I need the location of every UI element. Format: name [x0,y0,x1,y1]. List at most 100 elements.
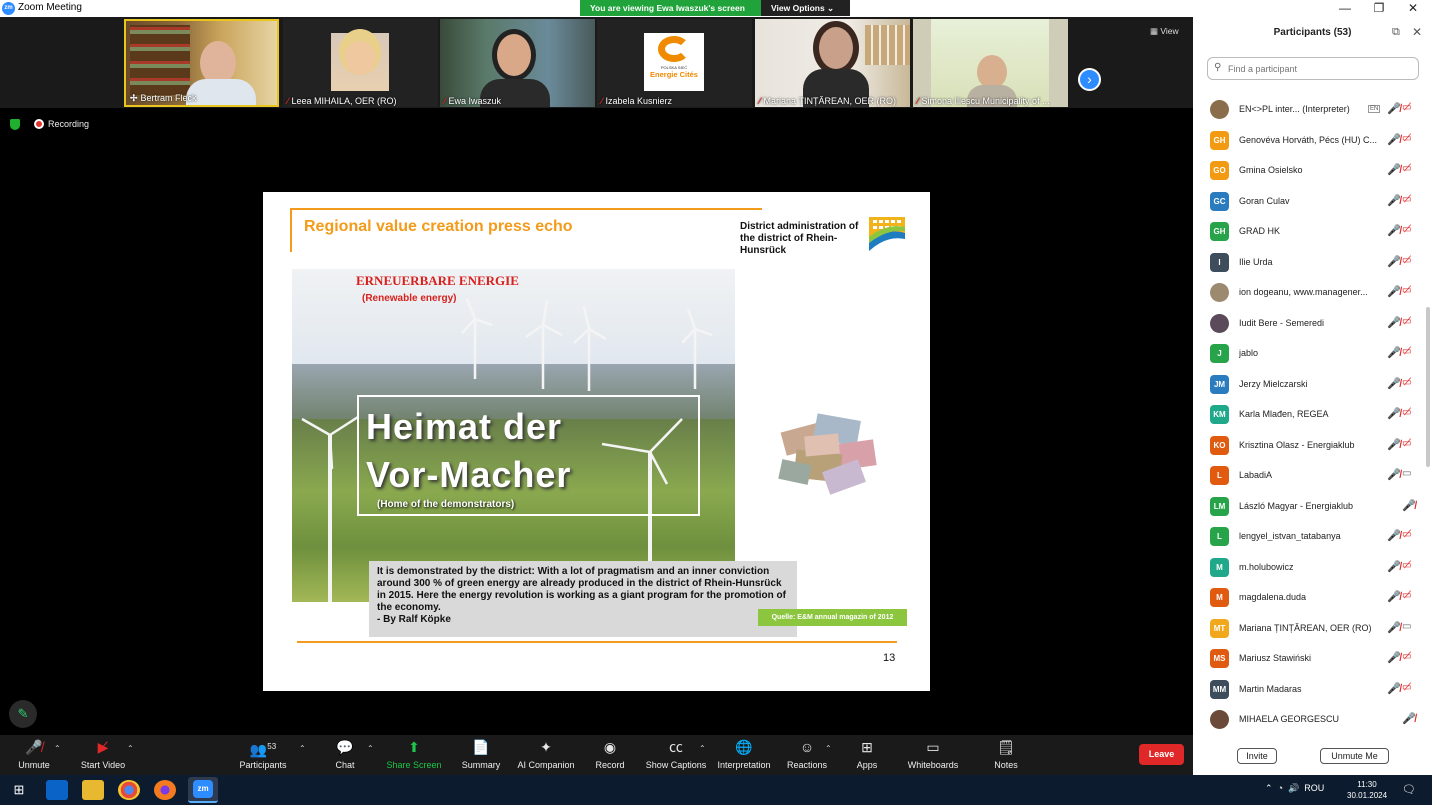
video-tile-simona[interactable]: ⁄ Simona Iliescu Municipality of ... [913,19,1068,107]
window-title: Zoom Meeting [18,2,82,13]
source-badge: Quelle: E&M annual magazin of 2012 [758,609,907,626]
mic-muted-icon: ⁄ [444,96,446,106]
video-off-icon: ▭̸ [1402,346,1412,357]
audio-caret-icon[interactable]: ⌃ [54,744,61,753]
participant-row[interactable]: KM Karla Mlađen, REGEA 🎤̸ ▭̸ [1193,400,1426,430]
participant-name: László Magyar - Energiaklub [1239,500,1354,511]
pop-out-icon[interactable]: ⧉ [1392,26,1400,39]
video-tile-bertram[interactable]: ✢ Bertram Fleck [124,19,279,107]
mic-muted-icon: 🎤̸ [1387,469,1401,481]
video-tile-izabela[interactable]: POLSKA SIEĆ Energie Cités ⁄ Izabela Kusni… [597,19,752,107]
video-strip: ✢ Bertram Fleck ⁄ Leea MIHAILA, OER (RO) ⁄… [0,17,1193,108]
participant-row[interactable]: MM Martin Madaras 🎤̸ ▭̸ [1193,675,1426,705]
notes-label: Notes [994,760,1018,770]
heading-translation: (Home of the demonstrators) [377,499,515,510]
mic-muted-icon: ⁄ [917,96,919,106]
restore-button[interactable]: ❐ [1362,0,1396,17]
file-explorer-icon[interactable] [82,780,104,800]
network-icon[interactable]: ◔ [1278,783,1283,793]
participant-row[interactable]: Mmagdalena.duda 🎤̸ ▭̸ [1193,583,1426,613]
participant-row[interactable]: GO Gmina Osielsko 🎤̸ ▭̸ [1193,156,1426,186]
video-icon: ▭ [1402,468,1412,479]
tile-name: ⁄ Ewa Iwaszuk [444,96,502,106]
participant-row[interactable]: EN<>PL inter... (Interpreter) EN 🎤̸ ▭̸ [1193,95,1426,125]
avatar: LM [1210,496,1229,516]
participant-name: lengyel_istvan_tatabanya [1239,531,1341,541]
avatar: JM [1210,374,1229,394]
participant-name: Jerzy Mielczarski [1239,378,1308,389]
mic-muted-icon: 🎤̸ [1387,164,1401,176]
participant-row[interactable]: Llengyel_istvan_tatabanya 🎤̸ ▭̸ [1193,522,1426,552]
participant-name: ion dogeanu, www.managener... [1239,287,1368,297]
close-panel-icon[interactable]: ✕ [1412,25,1422,39]
chat-button[interactable]: 💬 Chat ⌃ [305,738,385,770]
next-page-arrow-icon[interactable]: › [1078,68,1101,91]
viewing-message: You are viewing Ewa Iwaszuk's screen [590,3,745,13]
participant-row[interactable]: MS Mariusz Stawiński 🎤̸ ▭̸ [1193,644,1426,674]
start-video-label: Start Video [80,760,126,770]
taskbar-clock[interactable]: 11:30 30.01.2024 [1347,779,1387,801]
participant-row[interactable]: GH GRAD HK 🎤̸ ▭̸ [1193,217,1426,247]
whiteboards-button[interactable]: ▭ Whiteboards [893,738,973,770]
chevron-up-icon[interactable]: ⌃ [1265,783,1273,793]
participant-list[interactable]: EN<>PL inter... (Interpreter) EN 🎤̸ ▭̸ GH Gen… [1193,95,1426,735]
participant-row[interactable]: KO Krisztina Olasz - Energiaklub 🎤̸ ▭̸ [1193,431,1426,461]
video-off-icon: ▭̸ [1402,681,1412,693]
mic-muted-icon: 🎤̸ [1387,652,1401,664]
video-caret-icon[interactable]: ⌃ [127,744,134,753]
avatar: I [1210,252,1229,272]
participant-row[interactable]: JM Jerzy Mielczarski 🎤̸ ▭̸ [1193,370,1426,400]
invite-button[interactable]: Invite [1237,748,1277,764]
participant-name: jablo [1239,348,1259,358]
participant-row[interactable]: GC Goran Culav 🎤̸ ▭̸ [1193,187,1426,217]
close-button[interactable]: ✕ [1396,0,1430,17]
chrome-icon[interactable] [118,780,140,800]
zoom-taskbar-icon[interactable]: zm [188,777,218,803]
firefox-icon[interactable] [154,780,176,800]
view-options-button[interactable]: View Options ⌄ [761,0,850,16]
language-indicator[interactable]: ROU [1304,783,1324,793]
participants-button[interactable]: 👥53 Participants ⌃ [223,738,305,770]
leave-button[interactable]: Leave [1139,744,1184,765]
unmute-me-button[interactable]: Unmute Me [1320,748,1389,764]
system-tray[interactable]: ⌃ ◔ 🔊 ROU [1265,783,1324,794]
participant-search[interactable]: ⚲ [1207,57,1419,80]
panel-scrollbar[interactable] [1426,307,1430,467]
notes-button[interactable]: 🗒 Notes [966,738,1046,770]
start-video-button[interactable]: ▶̸ Start Video ⌃ [63,738,143,770]
quote-author: - By Ralf Köpke [377,614,451,625]
outlook-icon[interactable] [46,780,68,800]
chat-caret-icon[interactable]: ⌃ [367,744,374,753]
participant-row[interactable]: Mm.holubowicz 🎤̸ ▭̸ [1193,553,1426,583]
participant-row[interactable]: I Ilie Urda 🎤̸ ▭̸ [1193,248,1426,278]
video-icon: ▭ [1402,620,1412,632]
participant-row[interactable]: LM László Magyar - Energiaklub 🎤̸ [1193,492,1426,522]
participant-row[interactable]: Jjablo 🎤̸ ▭̸ [1193,339,1426,369]
video-tile-ewa[interactable]: ⁄ Ewa Iwaszuk [440,19,595,107]
video-tile-leea[interactable]: ⁄ Leea MIHAILA, OER (RO) [283,19,438,107]
participant-row[interactable]: MT Mariana ȚINȚĂREAN, OER (RO) 🎤̸ ▭ [1193,614,1426,644]
notes-icon: 🗒 [997,739,1015,755]
annotate-pencil-icon[interactable]: ✎ [9,700,37,728]
avatar: MM [1210,679,1229,699]
tile-name: ✢ Bertram Fleck [130,93,197,103]
volume-icon[interactable]: 🔊 [1288,783,1299,793]
participant-name: m.holubowicz [1239,561,1294,572]
view-button[interactable]: ▦ View [1150,26,1179,37]
slide-bottom-rule [297,641,897,643]
tile-name: ⁄ Leea MIHAILA, OER (RO) [287,96,397,106]
logo-name: Energie Cités [650,70,698,79]
participant-row[interactable]: Iudit Bere - Semeredi 🎤̸ ▭̸ [1193,309,1426,339]
video-tile-mariana[interactable]: ⁄ Mariana ȚINȚĂREAN, OER (RO) [755,19,910,107]
participant-row[interactable]: L LabadiA 🎤̸ ▭ [1193,461,1426,491]
participant-row[interactable]: MIHAELA GEORGESCU 🎤̸ [1193,705,1426,735]
notifications-icon[interactable]: 🗨 [1402,783,1416,796]
windows-start-icon[interactable]: ⊞ [8,780,30,800]
mic-muted-icon: 🎤̸ [1387,621,1401,634]
zoom-app-icon: zm [2,2,15,15]
participant-row[interactable]: ion dogeanu, www.managener... 🎤̸ ▭̸ [1193,278,1426,308]
avatar [1210,283,1229,302]
minimize-button[interactable]: — [1328,0,1362,17]
search-input[interactable] [1228,61,1413,77]
participant-row[interactable]: GH Genovéva Horváth, Pécs (HU) C... 🎤̸ ▭̸ [1193,126,1426,156]
